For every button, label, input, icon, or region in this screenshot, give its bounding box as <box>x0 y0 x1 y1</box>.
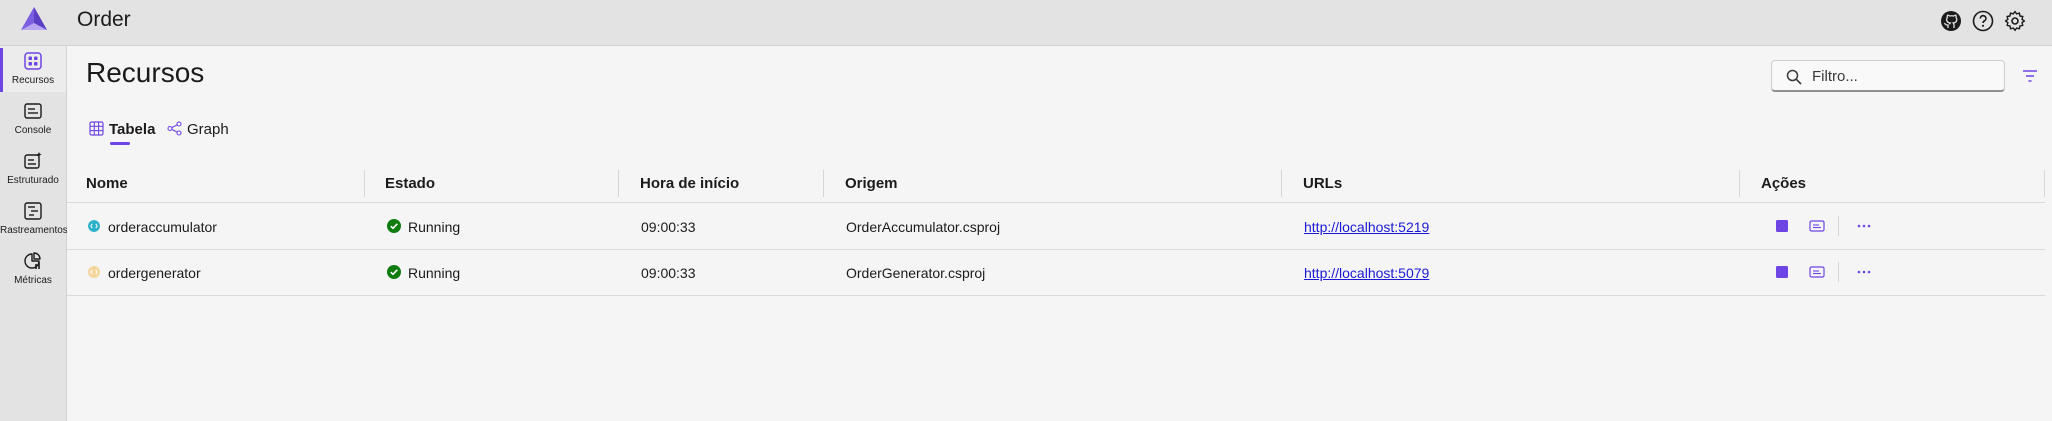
column-divider[interactable] <box>823 170 824 197</box>
traces-icon <box>24 202 42 220</box>
sidebar-item-label: Recursos <box>11 75 55 86</box>
running-status-icon <box>387 219 401 233</box>
sidebar-item-label: Rastreamentos <box>0 225 68 236</box>
sidebar-item-label: Console <box>14 125 52 136</box>
column-header-hora-de-inicio[interactable]: Hora de início <box>640 175 739 192</box>
tab-graph[interactable]: Graph <box>167 118 237 148</box>
start-time: 09:00:33 <box>641 219 696 235</box>
settings-icon[interactable] <box>2004 10 2026 32</box>
table-header: Nome Estado Hora de início Origem URLs A… <box>67 164 2045 203</box>
metrics-icon <box>24 252 41 269</box>
app-title: Order <box>77 8 131 31</box>
column-divider[interactable] <box>2044 170 2045 197</box>
graph-icon <box>167 121 182 136</box>
state-text: Running <box>408 219 461 235</box>
app-logo-icon[interactable] <box>19 6 49 32</box>
column-divider[interactable] <box>618 170 619 197</box>
column-divider[interactable] <box>1739 170 1740 197</box>
sidebar: Recursos Console Estruturado Rastreament… <box>0 46 68 421</box>
sidebar-item-recursos[interactable]: Recursos <box>0 46 66 92</box>
page-title: Recursos <box>86 57 205 88</box>
source-project: OrderAccumulator.csproj <box>846 219 1001 235</box>
project-icon <box>88 266 100 278</box>
tab-label: Graph <box>187 121 229 138</box>
column-header-origem[interactable]: Origem <box>845 175 898 192</box>
top-bar: Order <box>0 0 2052 46</box>
stop-icon[interactable] <box>1774 218 1790 234</box>
resource-name[interactable]: orderaccumulator <box>108 219 217 235</box>
more-options-icon[interactable] <box>1856 218 1872 234</box>
running-status-icon <box>387 265 401 279</box>
action-divider <box>1838 216 1839 236</box>
console-logs-icon[interactable] <box>1809 264 1825 280</box>
help-icon[interactable] <box>1972 10 1994 32</box>
console-icon <box>24 103 42 119</box>
column-header-acoes: Ações <box>1761 175 1807 192</box>
table-icon <box>89 121 104 136</box>
main-content: Recursos Tabela Graph <box>67 46 2052 421</box>
sidebar-item-estruturado[interactable]: Estruturado <box>0 146 66 192</box>
column-header-estado[interactable]: Estado <box>385 175 435 192</box>
endpoint-link[interactable]: http://localhost:5079 <box>1304 265 1429 281</box>
github-icon[interactable] <box>1940 10 1962 32</box>
table-row[interactable]: orderaccumulator Running 09:00:33 OrderA… <box>67 204 2045 250</box>
column-divider[interactable] <box>1281 170 1282 197</box>
sidebar-item-console[interactable]: Console <box>0 96 66 142</box>
column-header-nome[interactable]: Nome <box>86 175 128 192</box>
sidebar-item-metricas[interactable]: Métricas <box>0 246 66 292</box>
resource-name[interactable]: ordergenerator <box>108 265 201 281</box>
sidebar-item-label: Métricas <box>14 275 52 286</box>
state-text: Running <box>408 265 461 281</box>
search-icon <box>1786 69 1802 85</box>
console-logs-icon[interactable] <box>1809 218 1825 234</box>
search-box[interactable] <box>1771 60 2005 92</box>
column-header-urls[interactable]: URLs <box>1303 175 1342 192</box>
search-input[interactable] <box>1812 67 1997 85</box>
start-time: 09:00:33 <box>641 265 696 281</box>
column-divider[interactable] <box>364 170 365 197</box>
resources-icon <box>24 52 42 70</box>
filter-icon[interactable] <box>2022 68 2038 84</box>
more-options-icon[interactable] <box>1856 264 1872 280</box>
endpoint-link[interactable]: http://localhost:5219 <box>1304 219 1429 235</box>
stop-icon[interactable] <box>1774 264 1790 280</box>
table-row[interactable]: ordergenerator Running 09:00:33 OrderGen… <box>67 250 2045 296</box>
active-tab-indicator <box>110 142 130 145</box>
source-project: OrderGenerator.csproj <box>846 265 986 281</box>
sidebar-item-rastreamentos[interactable]: Rastreamentos <box>0 196 68 242</box>
sidebar-item-label: Estruturado <box>7 175 59 186</box>
project-icon <box>88 220 100 232</box>
structured-logs-icon <box>24 152 42 169</box>
tab-label: Tabela <box>109 121 156 138</box>
action-divider <box>1838 262 1839 282</box>
